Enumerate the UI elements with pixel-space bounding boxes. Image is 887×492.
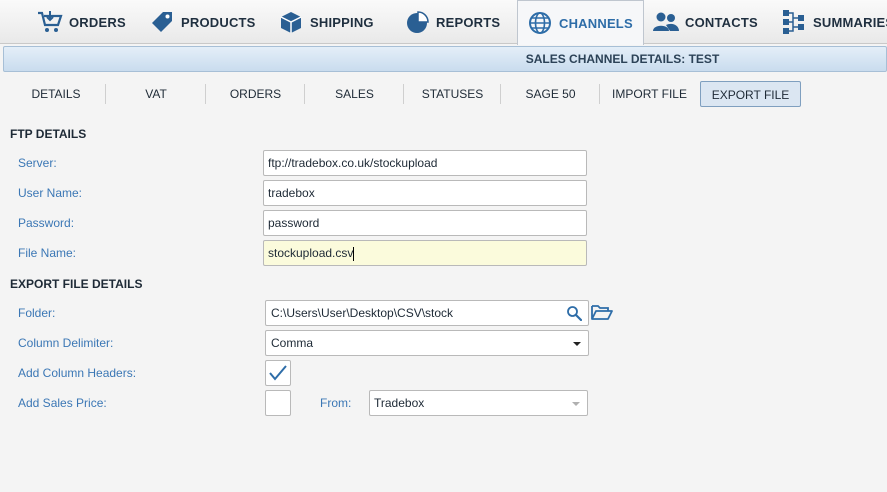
tab-sales[interactable]: SALES	[305, 81, 404, 107]
chevron-down-icon	[573, 342, 581, 346]
checkmark-icon	[269, 365, 287, 381]
password-input[interactable]: password	[263, 210, 587, 236]
from-select[interactable]: Tradebox	[369, 390, 588, 416]
column-delimiter-select[interactable]: Comma	[265, 330, 589, 356]
nav-orders[interactable]: ORDERS	[36, 0, 126, 44]
add-sales-price-label: Add Sales Price:	[18, 396, 107, 410]
column-delimiter-label: Column Delimiter:	[18, 336, 114, 350]
folder-input[interactable]: C:\Users\User\Desktop\CSV\stock	[265, 300, 589, 326]
nav-contacts[interactable]: CONTACTS	[652, 0, 758, 44]
folder-value: C:\Users\User\Desktop\CSV\stock	[271, 306, 454, 320]
server-label: Server:	[18, 156, 57, 170]
text-caret	[353, 246, 355, 261]
nav-summaries[interactable]: SUMMARIES	[780, 0, 887, 44]
tab-vat[interactable]: VAT	[106, 81, 206, 107]
nav-shipping-label: SHIPPING	[310, 14, 374, 30]
globe-icon	[526, 9, 554, 37]
nav-products-label: PRODUCTS	[181, 14, 256, 30]
add-column-headers-label: Add Column Headers:	[18, 366, 137, 380]
nav-products[interactable]: PRODUCTS	[148, 0, 256, 44]
nav-shipping[interactable]: SHIPPING	[277, 0, 374, 44]
tab-details[interactable]: DETAILS	[6, 81, 106, 107]
filename-value: stockupload.csv	[268, 246, 354, 260]
nav-summaries-label: SUMMARIES	[813, 14, 887, 30]
add-sales-price-checkbox[interactable]	[265, 390, 291, 416]
nav-reports[interactable]: REPORTS	[403, 0, 500, 44]
tab-sage-50[interactable]: SAGE 50	[501, 81, 600, 107]
nav-channels[interactable]: CHANNELS	[517, 0, 644, 45]
nav-orders-label: ORDERS	[69, 14, 126, 30]
from-value: Tradebox	[374, 396, 425, 410]
username-input[interactable]: tradebox	[263, 180, 587, 206]
hierarchy-icon	[780, 8, 808, 36]
tab-statuses[interactable]: STATUSES	[404, 81, 501, 107]
username-label: User Name:	[18, 186, 83, 200]
search-icon[interactable]	[566, 305, 582, 321]
ftp-details-heading: FTP DETAILS	[10, 127, 87, 141]
filename-input[interactable]: stockupload.csv	[263, 240, 587, 266]
box-icon	[277, 8, 305, 36]
server-input[interactable]: ftp://tradebox.co.uk/stockupload	[263, 150, 587, 176]
tab-import-file[interactable]: IMPORT FILE	[600, 81, 699, 107]
add-column-headers-checkbox[interactable]	[265, 360, 291, 386]
folder-open-icon[interactable]	[591, 303, 613, 321]
password-label: Password:	[18, 216, 75, 230]
tab-export-file[interactable]: EXPORT FILE	[700, 81, 801, 107]
nav-channels-label: CHANNELS	[559, 15, 633, 31]
nav-reports-label: REPORTS	[436, 14, 501, 30]
sub-tabs: DETAILS VAT ORDERS SALES STATUSES SAGE 5…	[0, 78, 887, 110]
folder-label: Folder:	[18, 306, 56, 320]
pie-chart-icon	[403, 8, 431, 36]
main-nav: ORDERS PRODUCTS SHIPPING REPORTS CHANNEL…	[0, 0, 887, 45]
export-file-details-heading: EXPORT FILE DETAILS	[10, 277, 143, 291]
column-delimiter-value: Comma	[271, 336, 314, 350]
from-label: From:	[320, 396, 352, 410]
page-title: SALES CHANNEL DETAILS: TEST	[525, 52, 720, 66]
tag-icon	[148, 8, 176, 36]
nav-contacts-label: CONTACTS	[685, 14, 758, 30]
cart-icon	[36, 8, 64, 36]
chevron-down-icon	[572, 402, 580, 406]
people-icon	[652, 8, 680, 36]
filename-label: File Name:	[18, 246, 77, 260]
tab-orders[interactable]: ORDERS	[206, 81, 305, 107]
page-header-bar: SALES CHANNEL DETAILS: TEST	[3, 46, 887, 72]
